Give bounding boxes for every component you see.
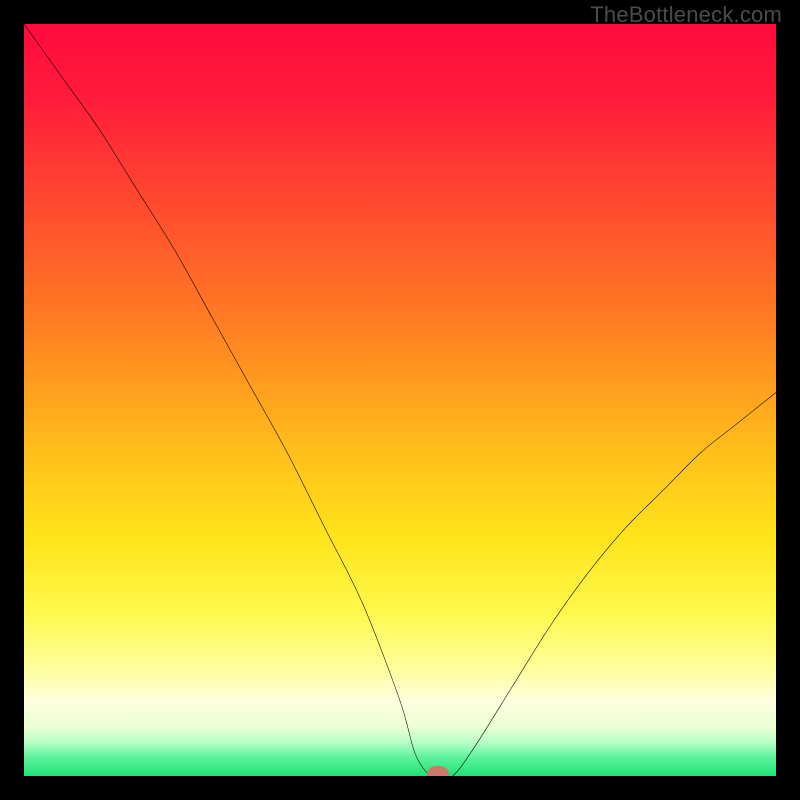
chart-frame: TheBottleneck.com (0, 0, 800, 800)
plot-area (24, 24, 776, 776)
attribution-text: TheBottleneck.com (590, 2, 782, 28)
optimal-point-marker (427, 766, 449, 776)
bottleneck-curve (24, 24, 776, 776)
